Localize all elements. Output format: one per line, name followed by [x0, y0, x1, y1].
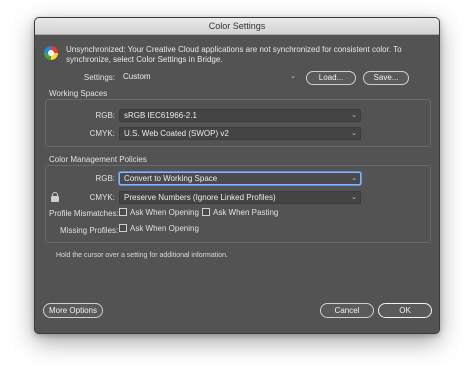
policy-cmyk-select[interactable]: Preserve Numbers (Ignore Linked Profiles…: [119, 191, 361, 204]
policy-rgb-select[interactable]: Convert to Working Space ⌄: [119, 172, 361, 185]
more-options-button[interactable]: More Options: [43, 303, 103, 318]
settings-select-value: Custom: [123, 72, 151, 81]
cancel-button[interactable]: Cancel: [320, 303, 374, 318]
lock-icon: [51, 192, 59, 202]
policies-title: Color Management Policies: [49, 155, 147, 164]
working-rgb-select[interactable]: sRGB IEC61966-2.1 ⌄: [119, 109, 361, 122]
policy-rgb-label: RGB:: [95, 174, 115, 183]
chevron-down-icon: ⌄: [351, 112, 357, 119]
missing-ask-when-opening-label: Ask When Opening: [130, 224, 199, 233]
policy-cmyk-value: Preserve Numbers (Ignore Linked Profiles…: [124, 193, 276, 202]
save-button[interactable]: Save...: [363, 71, 409, 85]
missing-profiles-label: Missing Profiles:: [60, 226, 119, 235]
chevron-down-icon: ⌄: [290, 73, 296, 80]
unsynchronized-warning: Unsynchronized: Your Creative Cloud appl…: [66, 45, 402, 64]
ask-when-opening-label: Ask When Opening: [130, 208, 199, 217]
working-cmyk-value: U.S. Web Coated (SWOP) v2: [124, 129, 229, 138]
ask-when-opening-checkbox[interactable]: [119, 208, 127, 216]
color-settings-dialog: Color Settings Unsynchronized: Your Crea…: [34, 17, 440, 334]
settings-select[interactable]: Custom ⌄: [119, 71, 299, 84]
missing-ask-when-opening-checkbox[interactable]: [119, 224, 127, 232]
chevron-down-icon: ⌄: [351, 130, 357, 137]
chevron-down-icon: ⌄: [351, 194, 357, 201]
policy-cmyk-label: CMYK:: [89, 193, 115, 202]
profile-mismatches-label: Profile Mismatches:: [49, 209, 119, 218]
working-rgb-label: RGB:: [95, 111, 115, 120]
ask-when-pasting-checkbox[interactable]: [202, 208, 210, 216]
working-spaces-title: Working Spaces: [49, 89, 108, 98]
policy-rgb-value: Convert to Working Space: [124, 174, 218, 183]
working-cmyk-select[interactable]: U.S. Web Coated (SWOP) v2 ⌄: [119, 127, 361, 140]
window-title: Color Settings: [35, 18, 439, 35]
color-wheel-icon: [44, 46, 58, 60]
hint-text: Hold the cursor over a setting for addit…: [56, 252, 228, 259]
working-rgb-value: sRGB IEC61966-2.1: [124, 111, 197, 120]
ok-button[interactable]: OK: [378, 303, 432, 318]
load-button[interactable]: Load...: [306, 71, 356, 85]
working-cmyk-label: CMYK:: [89, 129, 115, 138]
ask-when-pasting-label: Ask When Pasting: [213, 208, 279, 217]
settings-label: Settings:: [83, 73, 115, 82]
chevron-down-icon: ⌄: [351, 175, 357, 182]
